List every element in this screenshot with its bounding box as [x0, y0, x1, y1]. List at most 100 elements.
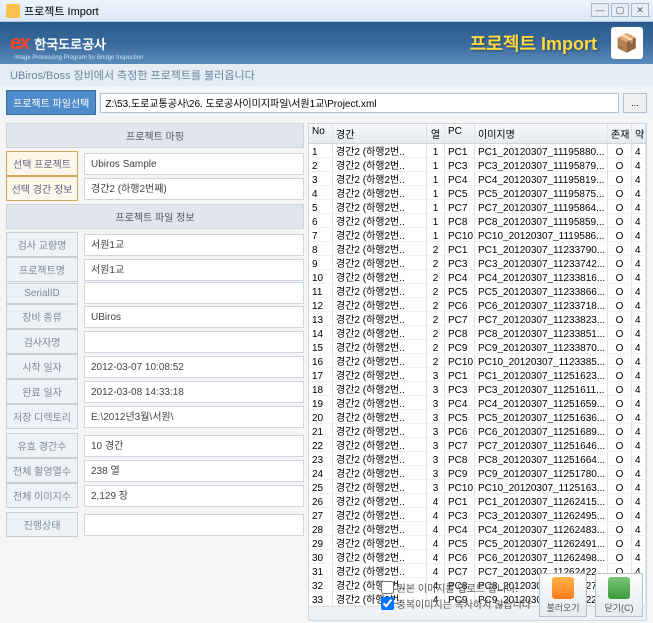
field-value: 2,129 장 [84, 485, 304, 507]
field-row: 전체 이미지수 2,129 장 [6, 483, 304, 508]
field-row: 장비 종류 UBiros [6, 304, 304, 329]
field-row: 선택 경간 정보 경간2 (하행2번째) [6, 176, 304, 201]
import-button-label: 불러오기 [546, 601, 579, 614]
field-row: 저장 디렉토리E:\2012년3월\서원\ [6, 404, 304, 429]
field-row: 검사자명 [6, 329, 304, 354]
company-name: 한국도로공사 [34, 34, 106, 53]
field-label: 장비 종류 [6, 304, 78, 329]
project-path-input[interactable] [100, 93, 619, 113]
table-row[interactable]: 6경간2 (하행2번..1PC8PC8_20120307_11195859...… [309, 214, 646, 228]
table-row[interactable]: 21경간2 (하행2번..3PC6PC6_20120307_11251689..… [309, 424, 646, 438]
field-value: 서원1교 [84, 259, 304, 281]
path-row: 프로젝트 파일선택 ... [0, 86, 653, 119]
minimize-button[interactable]: — [591, 3, 609, 17]
upload-original-checkbox[interactable]: 원본 이미지를 업로드 합니다. [381, 580, 531, 595]
maximize-button[interactable]: ▢ [611, 3, 629, 17]
table-row[interactable]: 22경간2 (하행2번..3PC7PC7_20120307_11251646..… [309, 438, 646, 452]
field-value [84, 282, 304, 304]
select-file-button[interactable]: 프로젝트 파일선택 [6, 90, 96, 115]
field-value: Ubiros Sample [84, 153, 304, 175]
table-row[interactable]: 19경간2 (하행2번..3PC4PC4_20120307_11251659..… [309, 396, 646, 410]
field-label: 프로젝트명 [6, 257, 78, 282]
table-row[interactable]: 14경간2 (하행2번..2PC8PC8_20120307_11233851..… [309, 326, 646, 340]
table-row[interactable]: 20경간2 (하행2번..3PC5PC5_20120307_11251636..… [309, 410, 646, 424]
table-row[interactable]: 15경간2 (하행2번..2PC9PC9_20120307_11233870..… [309, 340, 646, 354]
table-row[interactable]: 26경간2 (하행2번..4PC1PC1_20120307_11262415..… [309, 494, 646, 508]
field-label: 검사 교량명 [6, 232, 78, 257]
table-row[interactable]: 29경간2 (하행2번..4PC5PC5_20120307_11262491..… [309, 536, 646, 550]
table-row[interactable]: 17경간2 (하행2번..3PC1PC1_20120307_11251623..… [309, 368, 646, 382]
table-body[interactable]: 1경간2 (하행2번..1PC1PC1_20120307_11195880...… [309, 144, 646, 606]
field-value [84, 514, 304, 536]
table-row[interactable]: 27경간2 (하행2번..4PC3PC3_20120307_11262495..… [309, 508, 646, 522]
app-icon [6, 4, 20, 18]
field-value: 2012-03-08 14:33:18 [84, 381, 304, 403]
skip-duplicate-checkbox[interactable]: 중복이미지는 복사하지 않습니다 [381, 596, 531, 611]
col-t[interactable]: 열 [427, 124, 445, 143]
field-value: 238 열 [84, 460, 304, 482]
window-title: 프로젝트 Import [24, 3, 99, 19]
col-pc[interactable]: PC [445, 124, 475, 143]
banner-title: 프로젝트 Import [470, 30, 597, 56]
field-label: 선택 경간 정보 [6, 176, 78, 201]
field-value: 2012-03-07 10:08:52 [84, 356, 304, 378]
field-value: E:\2012년3월\서원\ [84, 406, 304, 428]
program-name: Image Processing Program for Bridge Insp… [14, 55, 143, 61]
browse-button[interactable]: ... [623, 93, 647, 113]
field-value: UBiros [84, 306, 304, 328]
table-row[interactable]: 1경간2 (하행2번..1PC1PC1_20120307_11195880...… [309, 144, 646, 158]
field-label: 검사자명 [6, 329, 78, 354]
table-row[interactable]: 7경간2 (하행2번..1PC10PC10_20120307_1119586..… [309, 228, 646, 242]
table-row[interactable]: 18경간2 (하행2번..3PC3PC3_20120307_11251611..… [309, 382, 646, 396]
field-row: 프로젝트명 서원1교 [6, 257, 304, 282]
table-row[interactable]: 23경간2 (하행2번..3PC8PC8_20120307_11251664..… [309, 452, 646, 466]
table-row[interactable]: 11경간2 (하행2번..2PC5PC5_20120307_11233866..… [309, 284, 646, 298]
field-value: 10 경간 [84, 435, 304, 457]
col-u[interactable]: 약 [632, 124, 646, 143]
field-label: 전체 촬영열수 [6, 458, 78, 483]
table-row[interactable]: 12경간2 (하행2번..2PC6PC6_20120307_11233718..… [309, 298, 646, 312]
table-header-row: No 경간 열 PC 이미지명 존재 약 [309, 124, 646, 144]
fileinfo-header: 프로젝트 파일 정보 [6, 204, 304, 229]
field-row: 선택 프로젝트 Ubiros Sample [6, 151, 304, 176]
table-row[interactable]: 2경간2 (하행2번..1PC3PC3_20120307_11195879...… [309, 158, 646, 172]
title-bar: 프로젝트 Import — ▢ ✕ [0, 0, 653, 22]
upload-original-label: 원본 이미지를 업로드 합니다. [397, 580, 519, 595]
table-row[interactable]: 16경간2 (하행2번..2PC10PC10_20120307_1123385.… [309, 354, 646, 368]
field-value: 서원1교 [84, 234, 304, 256]
field-row: 진행상태 [6, 512, 304, 537]
close-button[interactable]: ✕ [631, 3, 649, 17]
exit-button[interactable]: 닫기(C) [595, 573, 643, 617]
col-span[interactable]: 경간 [333, 124, 427, 143]
field-label: 전체 이미지수 [6, 483, 78, 508]
table-row[interactable]: 30경간2 (하행2번..4PC6PC6_20120307_11262498..… [309, 550, 646, 564]
exit-button-label: 닫기(C) [604, 601, 633, 614]
table-row[interactable]: 5경간2 (하행2번..1PC7PC7_20120307_11195864...… [309, 200, 646, 214]
ex-logo-icon: ex [10, 32, 28, 55]
import-box-icon: 📦 [611, 27, 643, 59]
col-exist[interactable]: 존재 [608, 124, 632, 143]
table-row[interactable]: 28경간2 (하행2번..4PC4PC4_20120307_11262483..… [309, 522, 646, 536]
table-row[interactable]: 4경간2 (하행2번..1PC5PC5_20120307_11195875...… [309, 186, 646, 200]
header-banner: ex 한국도로공사 Image Processing Program for B… [0, 22, 653, 64]
field-label: 유효 경간수 [6, 433, 78, 458]
left-panel: 프로젝트 마핑 선택 프로젝트 Ubiros Sample 선택 경간 정보 경간2 … [6, 123, 304, 621]
table-row[interactable]: 3경간2 (하행2번..1PC4PC4_20120307_11195819...… [309, 172, 646, 186]
import-button[interactable]: 불러오기 [539, 573, 587, 617]
mapping-header: 프로젝트 마핑 [6, 123, 304, 148]
field-value: 경간2 (하행2번째) [84, 178, 304, 200]
field-row: 전체 촬영열수 238 열 [6, 458, 304, 483]
table-row[interactable]: 25경간2 (하행2번..3PC10PC10_20120307_1125163.… [309, 480, 646, 494]
table-row[interactable]: 8경간2 (하행2번..2PC1PC1_20120307_11233790...… [309, 242, 646, 256]
field-label: 완료 일자 [6, 379, 78, 404]
col-img[interactable]: 이미지명 [475, 124, 608, 143]
table-row[interactable]: 10경간2 (하행2번..2PC4PC4_20120307_11233816..… [309, 270, 646, 284]
image-table: No 경간 열 PC 이미지명 존재 약 1경간2 (하행2번..1PC1PC1… [308, 123, 647, 621]
field-row: 시작 일자2012-03-07 10:08:52 [6, 354, 304, 379]
field-label: 선택 프로젝트 [6, 151, 78, 176]
table-row[interactable]: 13경간2 (하행2번..2PC7PC7_20120307_11233823..… [309, 312, 646, 326]
table-row[interactable]: 9경간2 (하행2번..2PC3PC3_20120307_11233742...… [309, 256, 646, 270]
exit-icon [608, 577, 630, 599]
col-no[interactable]: No [309, 124, 333, 143]
table-row[interactable]: 24경간2 (하행2번..3PC9PC9_20120307_11251780..… [309, 466, 646, 480]
